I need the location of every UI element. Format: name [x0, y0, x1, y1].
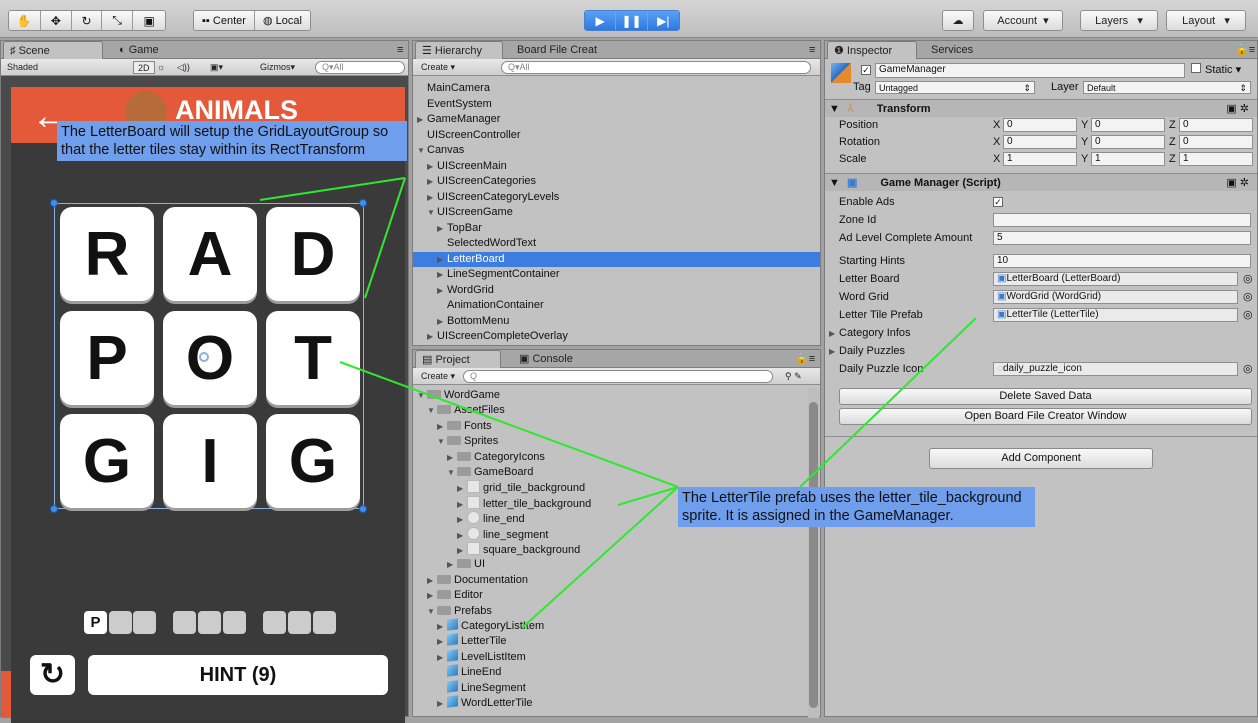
- letterboard-callout: The LetterBoard will setup the GridLayou…: [57, 121, 407, 161]
- callout-line: [339, 361, 679, 488]
- callout-line: [259, 177, 406, 201]
- lettertile-callout: The LetterTile prefab uses the letter_ti…: [678, 487, 1035, 527]
- callout-line: [521, 486, 679, 629]
- callout-line: [799, 317, 977, 488]
- annotation-lines: [259, 177, 977, 629]
- callout-line: [364, 177, 406, 299]
